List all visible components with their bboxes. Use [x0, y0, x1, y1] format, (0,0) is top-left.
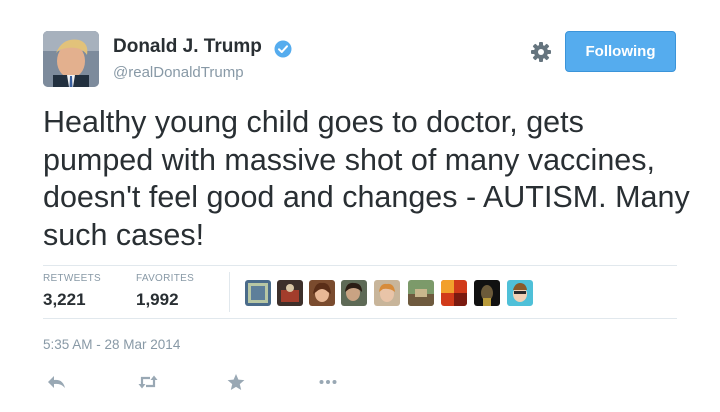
favoriter-photo-icon — [441, 280, 467, 306]
favoriter-avatar[interactable] — [341, 280, 367, 306]
stats-divider-bottom — [43, 318, 677, 319]
favoriter-photo-icon — [474, 280, 500, 306]
retweets-count: 3,221 — [43, 290, 86, 309]
favoriter-photo-icon — [408, 280, 434, 306]
gear-icon[interactable] — [530, 41, 552, 63]
favorites-stat[interactable]: FAVORITES 1,992 — [136, 273, 194, 310]
more-icon[interactable] — [317, 372, 339, 392]
following-button[interactable]: Following — [565, 31, 676, 72]
favoriter-photo-icon — [507, 280, 533, 306]
stats-separator — [229, 272, 230, 312]
profile-avatar[interactable] — [43, 31, 99, 87]
favoriter-avatar[interactable] — [441, 280, 467, 306]
retweets-stat[interactable]: RETWEETS 3,221 — [43, 273, 101, 310]
favoriter-avatar[interactable] — [245, 280, 271, 306]
favoriter-photo-icon — [309, 280, 335, 306]
favoriter-photo-icon — [341, 280, 367, 306]
favoriter-avatar[interactable] — [309, 280, 335, 306]
tweet-card: Donald J. Trump @realDonaldTrump Followi… — [0, 0, 720, 412]
favoriter-avatar[interactable] — [277, 280, 303, 306]
tweet-timestamp[interactable]: 5:35 AM - 28 Mar 2014 — [43, 337, 180, 352]
favoriter-avatar[interactable] — [374, 280, 400, 306]
tweet-text: Healthy young child goes to doctor, gets… — [43, 105, 690, 252]
favorites-label: FAVORITES — [136, 273, 195, 284]
favoriter-photo-icon — [277, 280, 303, 306]
favoriter-photo-icon — [374, 280, 400, 306]
profile-photo-icon — [43, 31, 99, 87]
retweets-label: RETWEETS — [43, 273, 101, 284]
stats-divider-top — [43, 265, 677, 266]
retweet-icon[interactable] — [137, 372, 159, 392]
favoriter-avatar[interactable] — [507, 280, 533, 306]
favoriter-avatar[interactable] — [474, 280, 500, 306]
display-name[interactable]: Donald J. Trump — [113, 36, 262, 58]
favoriter-photo-icon — [245, 280, 271, 306]
favorites-count: 1,992 — [136, 290, 179, 309]
favoriter-avatar[interactable] — [408, 280, 434, 306]
reply-icon[interactable] — [46, 372, 68, 392]
verified-badge-icon — [274, 40, 292, 58]
user-handle[interactable]: @realDonaldTrump — [113, 64, 244, 81]
favorite-star-icon[interactable] — [225, 372, 247, 392]
